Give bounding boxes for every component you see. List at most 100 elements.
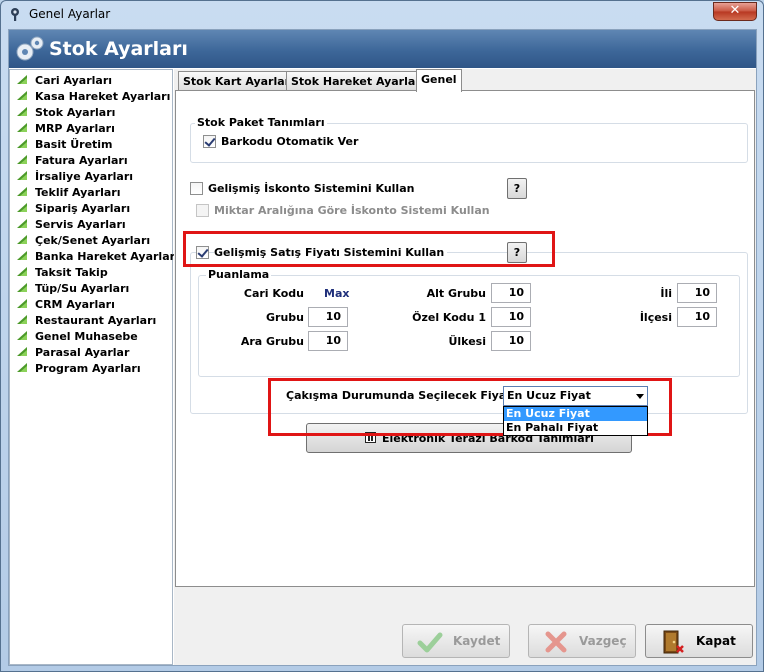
sidebar-item-label: Servis Ayarları [35, 218, 126, 231]
cakisma-dropdown: En Ucuz Fiyat En Pahalı Fiyat [503, 406, 648, 436]
sidebar-item-label: Restaurant Ayarları [35, 314, 157, 327]
save-label: Kaydet [453, 634, 501, 648]
dropdown-option[interactable]: En Ucuz Fiyat [504, 407, 647, 421]
sidebar-item[interactable]: Fatura Ayarları [16, 153, 128, 169]
iskonto-help-button[interactable]: ? [507, 178, 527, 199]
leaf-icon [17, 75, 27, 84]
grubu-label: Grubu [266, 311, 304, 324]
leaf-icon [17, 123, 27, 132]
leaf-icon [17, 235, 27, 244]
sidebar-item[interactable]: Genel Muhasebe [16, 329, 138, 345]
title-bar[interactable]: Genel Ayarlar ✕ [1, 1, 763, 29]
leaf-icon [17, 331, 27, 340]
leaf-icon [17, 299, 27, 308]
sidebar-item[interactable]: Tüp/Su Ayarları [16, 281, 129, 297]
highlight-box-satis [183, 231, 555, 267]
settings-window: Genel Ayarlar ✕ Stok Ayarları Cari Ayarl… [0, 0, 764, 672]
sidebar-item[interactable]: Servis Ayarları [16, 217, 126, 233]
sidebar-item[interactable]: Restaurant Ayarları [16, 313, 156, 329]
tab-stok-hareket[interactable]: Stok Hareket Ayarları [286, 71, 430, 91]
sidebar-item[interactable]: CRM Ayarları [16, 297, 115, 313]
alt-grubu-input[interactable]: 10 [491, 283, 531, 303]
leaf-icon [17, 171, 27, 180]
cancel-label: Vazgeç [579, 634, 627, 648]
close-button[interactable]: Kapat [645, 624, 753, 658]
dropdown-option[interactable]: En Pahalı Fiyat [504, 421, 647, 435]
sidebar-item-label: Kasa Hareket Ayarları [35, 90, 171, 103]
iskonto-label: Gelişmiş İskonto Sistemini Kullan [208, 182, 415, 195]
ilcesi-input[interactable]: 10 [677, 307, 717, 327]
sidebar-item-label: Sipariş Ayarları [35, 202, 131, 215]
ozel-kodu-label: Özel Kodu 1 [412, 311, 486, 324]
sidebar-item-label: Fatura Ayarları [35, 154, 128, 167]
sidebar-item[interactable]: Teklif Ayarları [16, 185, 121, 201]
sidebar-item[interactable]: Cari Ayarları [16, 73, 112, 89]
header-band: Stok Ayarları [9, 30, 756, 68]
check-icon [417, 632, 443, 653]
tab-genel[interactable]: Genel [416, 69, 462, 92]
leaf-icon [17, 107, 27, 116]
sidebar-item-label: Taksit Takip [35, 266, 108, 279]
ulkesi-label: Ülkesi [448, 335, 486, 348]
exit-door-icon [663, 630, 684, 654]
sidebar-item[interactable]: Sipariş Ayarları [16, 201, 130, 217]
leaf-icon [17, 363, 27, 372]
window-title: Genel Ayarlar [29, 7, 111, 21]
cari-kodu-value: Max [324, 287, 350, 300]
leaf-icon [17, 203, 27, 212]
cari-kodu-label: Cari Kodu [243, 287, 304, 300]
sidebar-item-label: İrsaliye Ayarları [35, 170, 134, 183]
sidebar-item-label: CRM Ayarları [35, 298, 115, 311]
sidebar-item[interactable]: Parasal Ayarlar [16, 345, 129, 361]
gears-icon [16, 36, 44, 61]
x-icon [545, 631, 567, 653]
sidebar-item[interactable]: MRP Ayarları [16, 121, 115, 137]
leaf-icon [17, 219, 27, 228]
stok-paket-title: Stok Paket Tanımları [195, 116, 327, 129]
sidebar-item[interactable]: Banka Hareket Ayarları [16, 249, 179, 265]
sidebar-item-label: Program Ayarları [35, 362, 141, 375]
close-window-button[interactable]: ✕ [713, 2, 757, 21]
cancel-button[interactable]: Vazgeç [528, 624, 636, 658]
main-panel: Stok Kart Ayarları Stok Hareket Ayarları… [174, 69, 756, 665]
barkod-label: Barkodu Otomatik Ver [221, 135, 359, 148]
app-icon [11, 8, 19, 21]
ulkesi-input[interactable]: 10 [491, 331, 531, 351]
sidebar-item[interactable]: Stok Ayarları [16, 105, 115, 121]
alt-grubu-label: Alt Grubu [426, 287, 486, 300]
sidebar-item[interactable]: Taksit Takip [16, 265, 108, 281]
save-button[interactable]: Kaydet [402, 624, 510, 658]
close-label: Kapat [696, 634, 736, 648]
grubu-input[interactable]: 10 [308, 307, 348, 327]
barkod-checkbox[interactable] [203, 135, 216, 148]
leaf-icon [17, 155, 27, 164]
tab-body-genel: Stok Paket Tanımları Barkodu Otomatik Ve… [175, 90, 755, 587]
sidebar-item-label: Basit Üretim [35, 138, 113, 151]
leaf-icon [17, 251, 27, 260]
iskonto-checkbox[interactable] [190, 182, 203, 195]
sidebar-item-label: Teklif Ayarları [35, 186, 121, 199]
ilcesi-label: İlçesi [639, 311, 672, 324]
ara-grubu-input[interactable]: 10 [308, 331, 348, 351]
sidebar-item[interactable]: Program Ayarları [16, 361, 141, 377]
sidebar-item-label: Çek/Senet Ayarları [35, 234, 151, 247]
page-title: Stok Ayarları [49, 38, 188, 60]
ara-grubu-label: Ara Grubu [240, 335, 304, 348]
client-area: Stok Ayarları Cari Ayarları Kasa Hareket … [8, 29, 757, 666]
miktar-checkbox[interactable] [196, 204, 209, 217]
ozel-kodu-input[interactable]: 10 [491, 307, 531, 327]
leaf-icon [17, 139, 27, 148]
sidebar-item[interactable]: Basit Üretim [16, 137, 113, 153]
miktar-label: Miktar Aralığına Göre İskonto Sistemi Ku… [214, 204, 490, 217]
ili-input[interactable]: 10 [677, 283, 717, 303]
sidebar-item[interactable]: İrsaliye Ayarları [16, 169, 133, 185]
ili-label: İli [660, 287, 672, 300]
tab-stok-kart[interactable]: Stok Kart Ayarları [178, 71, 299, 91]
sidebar-item-label: Parasal Ayarlar [35, 346, 130, 359]
sidebar-item[interactable]: Kasa Hareket Ayarları [16, 89, 170, 105]
sidebar-item[interactable]: Çek/Senet Ayarları [16, 233, 150, 249]
leaf-icon [17, 283, 27, 292]
sidebar-item-label: Cari Ayarları [35, 74, 113, 87]
sidebar-item-label: Genel Muhasebe [35, 330, 138, 343]
sidebar-item-label: Tüp/Su Ayarları [35, 282, 130, 295]
